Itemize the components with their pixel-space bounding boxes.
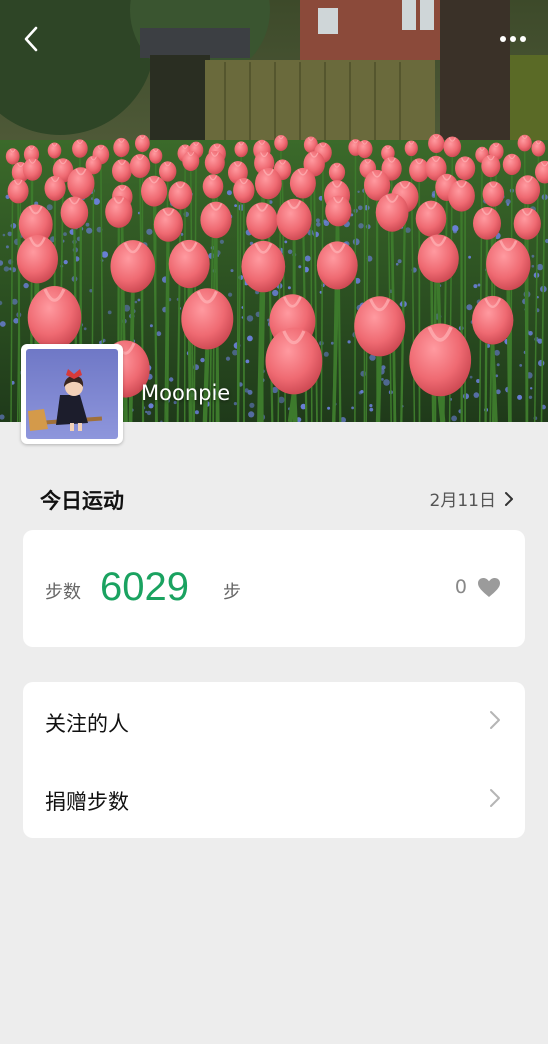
username: Moonpie xyxy=(141,381,231,405)
steps-card[interactable]: 步数 6029 步 0 xyxy=(23,530,525,647)
chevron-right-icon xyxy=(505,491,513,506)
date-selector[interactable]: 2月11日 xyxy=(430,486,514,511)
date-label: 2月11日 xyxy=(429,491,496,511)
menu-item-donate-steps[interactable]: 捐赠步数 xyxy=(23,760,525,838)
menu-item-label: 捐赠步数 xyxy=(45,790,129,814)
steps-label: 步数 xyxy=(45,582,81,603)
avatar-image xyxy=(26,349,118,439)
like-count: 0 xyxy=(454,576,467,598)
chevron-right-icon xyxy=(490,711,500,729)
steps-count: 6029 xyxy=(100,565,189,609)
more-dots-icon xyxy=(500,36,526,42)
section-title: 今日运动 xyxy=(40,489,124,513)
menu-item-label: 关注的人 xyxy=(45,712,129,736)
like-button[interactable]: 0 xyxy=(455,576,501,598)
chevron-left-icon xyxy=(24,26,38,52)
heart-icon xyxy=(478,577,500,597)
steps-unit: 步 xyxy=(223,582,241,603)
chevron-right-icon xyxy=(490,789,500,807)
avatar[interactable] xyxy=(21,344,123,444)
back-button[interactable] xyxy=(16,22,46,56)
more-button[interactable] xyxy=(496,26,530,52)
menu-item-following[interactable]: 关注的人 xyxy=(23,682,525,760)
menu-card: 关注的人 捐赠步数 xyxy=(23,682,525,838)
